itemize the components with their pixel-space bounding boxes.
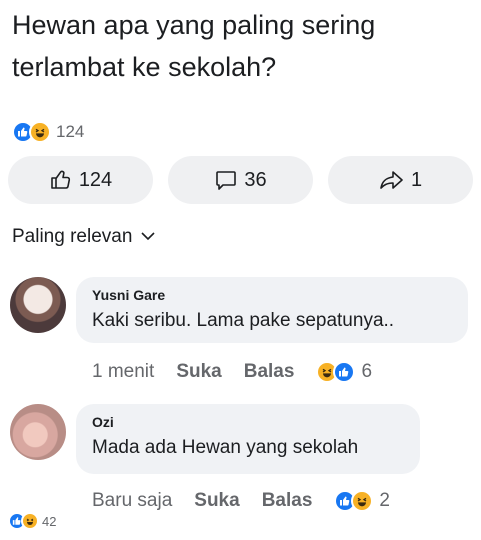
comment-author[interactable]: Ozi [92,412,404,432]
post-text: Hewan apa yang paling sering terlambat k… [12,10,376,82]
sort-label: Paling relevan [12,226,133,247]
comment-like-link[interactable]: Suka [176,361,221,383]
comment-sort-dropdown[interactable]: Paling relevan [12,226,156,248]
haha-reaction-icon [21,512,39,530]
comment-reply-link[interactable]: Balas [244,361,295,383]
comment-reactions[interactable] [316,361,356,383]
comment-author[interactable]: Yusni Gare [92,285,452,305]
comment-bubble[interactable]: Yusni Gare Kaki seribu. Lama pake sepatu… [76,277,468,343]
comment-time[interactable]: 1 menit [92,361,154,383]
comment-count: 36 [244,168,267,191]
comment-button[interactable]: 36 [168,156,313,204]
chevron-down-icon [140,226,156,248]
like-reaction-icon [333,361,356,383]
overlay-reaction-summary: 42 [8,512,56,530]
comment-reaction-count: 6 [361,361,373,382]
reaction-icons [12,121,51,143]
avatar[interactable] [10,404,66,460]
comment-bubble[interactable]: Ozi Mada ada Hewan yang sekolah [76,404,420,474]
post-reaction-count: 124 [56,122,85,141]
comment-reply-link[interactable]: Balas [262,490,313,512]
thumbs-up-icon [49,168,73,192]
comment-meta: 1 menit Suka Balas 6 [92,361,372,383]
haha-reaction-icon [29,121,51,143]
comment-reaction-count: 2 [379,490,390,511]
comment-icon [214,168,238,192]
overlay-reaction-count: 42 [42,513,57,529]
comment-like-link[interactable]: Suka [194,490,239,512]
comment-text: Mada ada Hewan yang sekolah [92,437,359,458]
post-action-bar: 124 36 1 [8,156,473,204]
like-count: 124 [78,168,113,191]
like-button[interactable]: 124 [8,156,153,204]
avatar[interactable] [10,277,66,333]
share-button[interactable]: 1 [328,156,473,204]
share-icon [379,168,405,192]
comment-text: Kaki seribu. Lama pake sepatunya.. [92,310,395,331]
post-reactions-summary[interactable]: 124 [12,118,84,146]
comment-time[interactable]: Baru saja [92,490,172,512]
haha-reaction-icon [351,490,374,512]
comment-reactions[interactable] [334,490,374,512]
share-count: 1 [410,168,423,191]
comment-meta: Baru saja Suka Balas 2 [92,490,390,512]
